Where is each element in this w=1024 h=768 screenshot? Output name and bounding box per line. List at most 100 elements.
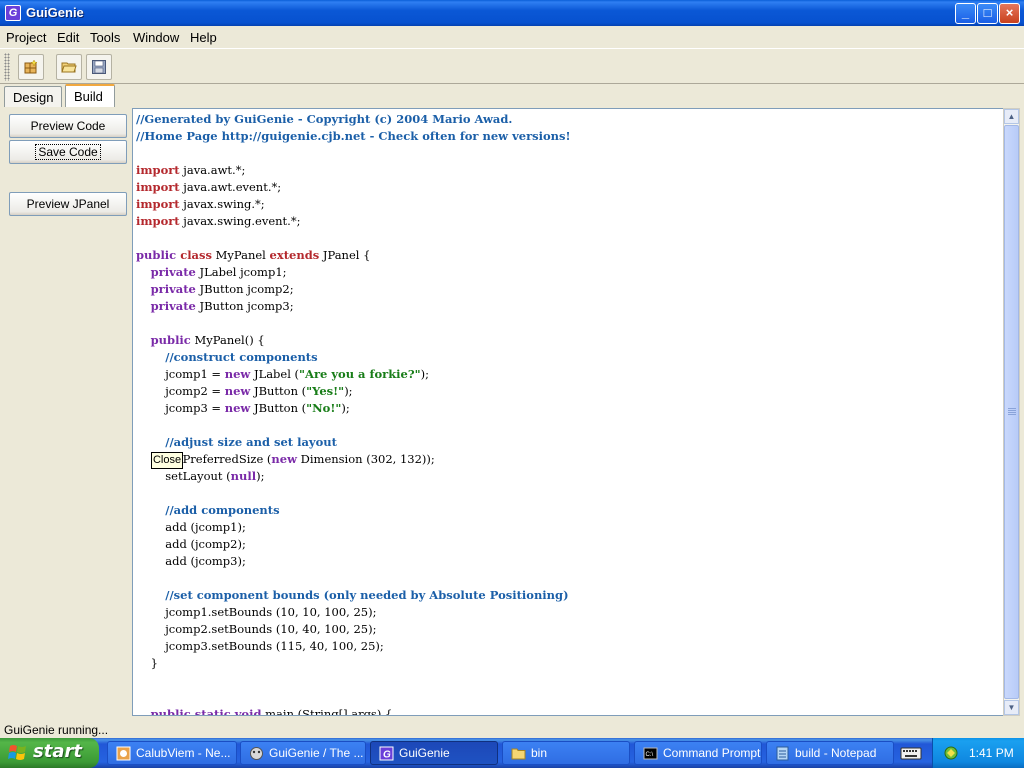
guigenie-app-icon[interactable]: G: [5, 5, 21, 21]
minimize-button[interactable]: _: [955, 3, 976, 24]
code-line: private JButton jcomp3;: [136, 298, 571, 315]
window-title: GuiGenie: [26, 5, 84, 20]
code-token: public: [136, 248, 177, 262]
clock[interactable]: 1:41 PM: [969, 746, 1014, 760]
task-calubviem[interactable]: CalubViem - Ne...: [107, 741, 237, 765]
save-button[interactable]: [86, 54, 112, 80]
save-code-label: Save Code: [35, 144, 101, 160]
code-token: MyPanel: [211, 248, 270, 262]
code-line: jcomp1 = new JLabel ("Are you a forkie?"…: [136, 366, 571, 383]
code-token: import: [136, 197, 180, 211]
code-line: jcomp2 = new JButton ("Yes!");: [136, 383, 571, 400]
code-token: null: [230, 469, 257, 483]
code-line: setLayout (null);: [136, 468, 571, 485]
code-token: new: [224, 401, 251, 415]
folder-icon: [511, 748, 526, 760]
preview-code-button[interactable]: Preview Code: [9, 114, 127, 138]
code-line: private JButton jcomp2;: [136, 281, 571, 298]
code-token: "Yes!": [306, 384, 345, 398]
code-line: import java.awt.event.*;: [136, 179, 571, 196]
scrollbar-thumb[interactable]: [1004, 125, 1019, 699]
notepad-icon: [776, 746, 789, 761]
vertical-scrollbar[interactable]: ▲ ▼: [1003, 108, 1020, 716]
generated-code: //Generated by GuiGenie - Copyright (c) …: [136, 111, 571, 716]
toolbar-grip[interactable]: [4, 53, 10, 81]
open-button[interactable]: [56, 54, 82, 80]
code-token: add (jcomp1);: [136, 520, 246, 534]
code-line: //set component bounds (only needed by A…: [136, 587, 571, 604]
code-token: jcomp2.setBounds (10, 40, 100, 25);: [136, 622, 377, 636]
code-token: JButton jcomp2;: [195, 282, 294, 296]
title-bar[interactable]: G GuiGenie _ □ ×: [0, 0, 1024, 26]
menu-tools[interactable]: Tools: [90, 30, 120, 45]
code-token: javax.swing.event.*;: [179, 214, 301, 228]
code-token: //Home Page http://guigenie.cjb.net - Ch…: [136, 129, 571, 143]
keyboard-language-icon[interactable]: [900, 745, 922, 761]
code-token: private: [150, 265, 196, 279]
status-bar: GuiGenie running...: [0, 720, 1024, 738]
code-token: class: [176, 248, 212, 262]
tab-build[interactable]: Build: [65, 84, 115, 108]
code-token: );: [420, 367, 429, 381]
menu-help[interactable]: Help: [190, 30, 217, 45]
task-guigenie[interactable]: G GuiGenie: [370, 741, 498, 765]
toolbar: [0, 48, 1024, 84]
network-icon[interactable]: [943, 745, 959, 761]
code-token: JLabel (: [250, 367, 300, 381]
menu-bar: Project Edit Tools Window Help: [0, 26, 1024, 48]
menu-edit[interactable]: Edit: [57, 30, 79, 45]
code-line: jcomp2.setBounds (10, 40, 100, 25);: [136, 621, 571, 638]
task-guigenie-web[interactable]: GuiGenie / The ...: [240, 741, 366, 765]
scroll-up-arrow-icon[interactable]: ▲: [1004, 109, 1019, 124]
code-token: jcomp1 =: [136, 367, 225, 381]
code-token: add (jcomp2);: [136, 537, 246, 551]
scroll-down-arrow-icon[interactable]: ▼: [1004, 700, 1019, 715]
code-line: public MyPanel() {: [136, 332, 571, 349]
code-line: }: [136, 655, 571, 672]
code-token: JButton jcomp3;: [195, 299, 294, 313]
code-line: add (jcomp2);: [136, 536, 571, 553]
menu-window[interactable]: Window: [133, 30, 179, 45]
tab-design[interactable]: Design: [4, 86, 62, 108]
task-command-prompt[interactable]: C:\ Command Prompt: [634, 741, 762, 765]
code-line: private JLabel jcomp1;: [136, 264, 571, 281]
code-token: JPanel {: [319, 248, 371, 262]
code-token: "No!": [306, 401, 342, 415]
code-editor[interactable]: //Generated by GuiGenie - Copyright (c) …: [132, 108, 1004, 716]
code-line: jcomp3.setBounds (115, 40, 100, 25);: [136, 638, 571, 655]
new-component-button[interactable]: [18, 54, 44, 80]
code-token: JButton (: [250, 384, 307, 398]
code-line: //add components: [136, 502, 571, 519]
start-button[interactable]: start: [0, 738, 99, 768]
task-label: GuiGenie: [399, 746, 450, 760]
code-token: main (String[] args) {: [261, 707, 393, 716]
task-notepad[interactable]: build - Notepad: [766, 741, 894, 765]
code-token: "Are you a forkie?": [299, 367, 421, 381]
close-button[interactable]: ×: [999, 3, 1020, 24]
preview-jpanel-button[interactable]: Preview JPanel: [9, 192, 127, 216]
code-line: jcomp1.setBounds (10, 10, 100, 25);: [136, 604, 571, 621]
code-token: jcomp2 =: [136, 384, 225, 398]
code-token: jcomp3.setBounds (115, 40, 100, 25);: [136, 639, 384, 653]
scrollbar-grip: [1008, 408, 1016, 416]
code-token: );: [344, 384, 353, 398]
code-line: //Home Page http://guigenie.cjb.net - Ch…: [136, 128, 571, 145]
task-bin[interactable]: bin: [502, 741, 630, 765]
code-line: //adjust size and set layout: [136, 434, 571, 451]
code-token: //set component bounds (only needed by A…: [165, 588, 569, 602]
code-token: );: [341, 401, 350, 415]
maximize-button[interactable]: □: [977, 3, 998, 24]
menu-project[interactable]: Project: [6, 30, 46, 45]
save-code-button[interactable]: Save Code: [9, 140, 127, 164]
code-token: public: [150, 333, 191, 347]
